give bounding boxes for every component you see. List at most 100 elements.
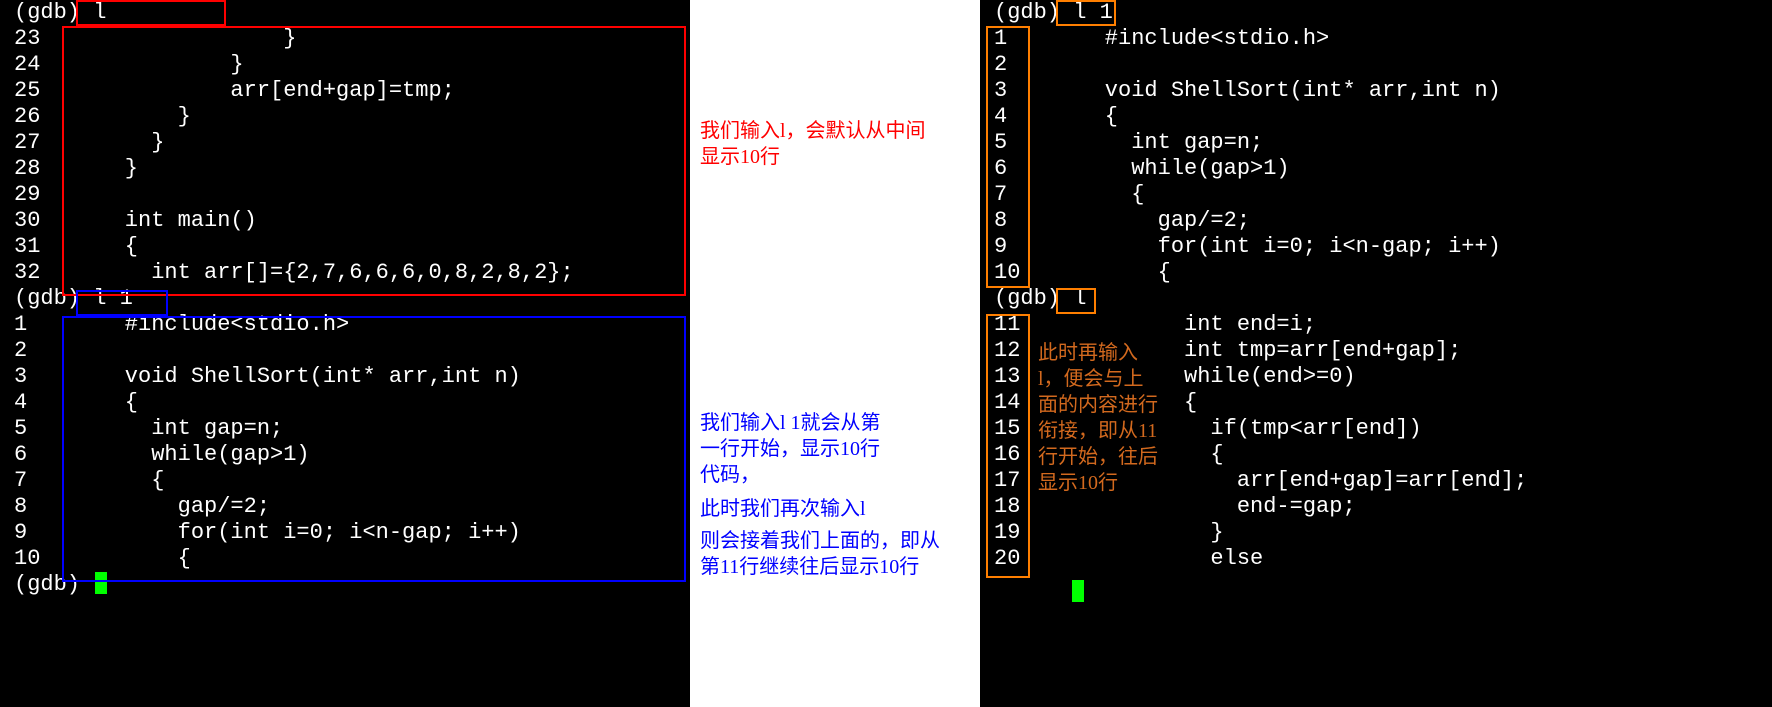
line-number: 7: [980, 182, 1052, 208]
code-text: void ShellSort(int* arr,int n): [1052, 78, 1501, 104]
code-text: {: [1052, 260, 1171, 286]
code-text: {: [72, 390, 138, 416]
code-line: 30 int main(): [0, 208, 690, 234]
line-number: 2: [0, 338, 72, 364]
gdb-prompt[interactable]: (gdb) l: [0, 0, 690, 26]
code-line: 8 gap/=2;: [980, 208, 1772, 234]
line-number: 9: [0, 520, 72, 546]
code-line: 7 {: [980, 182, 1772, 208]
code-text: for(int i=0; i<n-gap; i++): [72, 520, 521, 546]
code-text: }: [72, 130, 164, 156]
code-line: 2: [980, 52, 1772, 78]
code-text: int arr[]={2,7,6,6,6,0,8,2,8,2};: [72, 260, 574, 286]
annotation-text: 我们输入l 1就会从第: [700, 410, 881, 436]
code-text: else: [1052, 546, 1263, 572]
code-text: while(gap>1): [72, 442, 310, 468]
prompt-text: (gdb) l 1: [14, 286, 133, 312]
cursor-icon: [1072, 580, 1084, 602]
annotation-text: l，便会与上: [1038, 366, 1144, 392]
annotation-text: 第11行继续往后显示10行: [700, 554, 919, 580]
code-text: int gap=n;: [1052, 130, 1263, 156]
code-line: 27 }: [0, 130, 690, 156]
code-line: 9 for(int i=0; i<n-gap; i++): [0, 520, 690, 546]
code-line: 19 }: [980, 520, 1772, 546]
code-text: end-=gap;: [1052, 494, 1356, 520]
code-line: 5 int gap=n;: [0, 416, 690, 442]
line-number: 8: [980, 208, 1052, 234]
code-line: 9 for(int i=0; i<n-gap; i++): [980, 234, 1772, 260]
code-line: 25 arr[end+gap]=tmp;: [0, 78, 690, 104]
code-text: {: [72, 234, 138, 260]
code-text: arr[end+gap]=arr[end];: [1052, 468, 1527, 494]
code-text: gap/=2;: [1052, 208, 1250, 234]
line-number: 19: [980, 520, 1052, 546]
gdb-prompt[interactable]: (gdb) l: [980, 286, 1772, 312]
code-text: while(gap>1): [1052, 156, 1290, 182]
annotation-text: 则会接着我们上面的，即从: [700, 528, 940, 554]
line-number: 10: [980, 260, 1052, 286]
line-number: 5: [0, 416, 72, 442]
prompt-text: (gdb) l: [994, 286, 1086, 312]
prompt-text: (gdb): [14, 572, 93, 598]
code-text: int main(): [72, 208, 257, 234]
line-number: 18: [980, 494, 1052, 520]
line-number: 6: [980, 156, 1052, 182]
annotation-text: 显示10行: [1038, 470, 1118, 496]
code-line: 31 {: [0, 234, 690, 260]
code-line: 2: [0, 338, 690, 364]
code-text: #include<stdio.h>: [72, 312, 349, 338]
code-line: 26 }: [0, 104, 690, 130]
terminal-left: (gdb) l 23 } 24 } 25 arr[end+gap]=tmp; 2…: [0, 0, 690, 707]
code-line: 23 }: [0, 26, 690, 52]
terminal-right: (gdb) l 1 1 #include<stdio.h> 2 3 void S…: [980, 0, 1772, 707]
code-text: {: [72, 546, 191, 572]
line-number: 3: [980, 78, 1052, 104]
code-text: }: [72, 104, 191, 130]
line-number: 27: [0, 130, 72, 156]
annotation-text: 面的内容进行: [1038, 392, 1158, 418]
code-line: 1 #include<stdio.h>: [0, 312, 690, 338]
code-text: gap/=2;: [72, 494, 270, 520]
code-line: 20 else: [980, 546, 1772, 572]
gdb-prompt[interactable]: (gdb): [0, 572, 690, 598]
gdb-prompt[interactable]: (gdb) l 1: [980, 0, 1772, 26]
code-text: }: [1052, 520, 1224, 546]
code-line: 3 void ShellSort(int* arr,int n): [980, 78, 1772, 104]
code-text: for(int i=0; i<n-gap; i++): [1052, 234, 1501, 260]
line-number: 4: [980, 104, 1052, 130]
annotation-text: 此时我们再次输入l: [700, 496, 866, 522]
line-number: 9: [980, 234, 1052, 260]
code-text: }: [72, 52, 244, 78]
line-number: 20: [980, 546, 1052, 572]
code-line: 29: [0, 182, 690, 208]
code-text: int gap=n;: [72, 416, 283, 442]
gdb-prompt[interactable]: (gdb) l 1: [0, 286, 690, 312]
code-text: #include<stdio.h>: [1052, 26, 1329, 52]
line-number: 29: [0, 182, 72, 208]
line-number: 26: [0, 104, 72, 130]
code-text: arr[end+gap]=tmp;: [72, 78, 455, 104]
code-line: 4 {: [0, 390, 690, 416]
code-line: 8 gap/=2;: [0, 494, 690, 520]
line-number: 28: [0, 156, 72, 182]
line-number: 7: [0, 468, 72, 494]
line-number: 32: [0, 260, 72, 286]
line-number: 31: [0, 234, 72, 260]
code-line: 18 end-=gap;: [980, 494, 1772, 520]
annotation-text: 代码，: [700, 462, 760, 488]
line-number: 30: [0, 208, 72, 234]
line-number: 2: [980, 52, 1052, 78]
annotation-text: 此时再输入: [1038, 340, 1138, 366]
code-text: void ShellSort(int* arr,int n): [72, 364, 521, 390]
line-number: 24: [0, 52, 72, 78]
line-number: 5: [980, 130, 1052, 156]
cursor-icon: [95, 572, 107, 594]
line-number: 8: [0, 494, 72, 520]
code-line: 3 void ShellSort(int* arr,int n): [0, 364, 690, 390]
prompt-text: (gdb) l: [14, 0, 106, 26]
code-line: 10 {: [0, 546, 690, 572]
code-text: }: [72, 26, 296, 52]
code-line: 32 int arr[]={2,7,6,6,6,0,8,2,8,2};: [0, 260, 690, 286]
line-number: 1: [0, 312, 72, 338]
line-number: 23: [0, 26, 72, 52]
